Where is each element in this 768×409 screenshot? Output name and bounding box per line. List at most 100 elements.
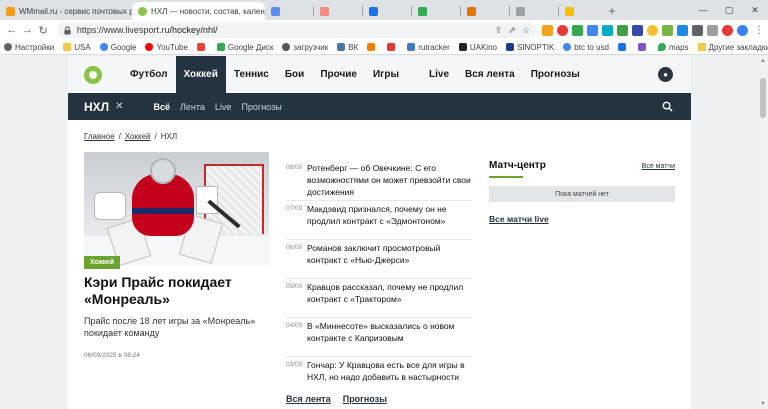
news-title[interactable]: Кравцов рассказал, почему не продлил кон… bbox=[307, 281, 472, 305]
bookmark-usa[interactable]: USA bbox=[63, 42, 91, 52]
extension-icon[interactable] bbox=[572, 24, 584, 36]
bookmark-google[interactable]: Google bbox=[99, 43, 136, 52]
bookmark-uakino[interactable]: UAKino bbox=[458, 43, 497, 52]
gear-icon bbox=[4, 43, 12, 51]
maximize-icon[interactable]: ▢ bbox=[716, 0, 742, 20]
extension-icon[interactable] bbox=[677, 24, 689, 36]
scrollbar-thumb[interactable] bbox=[760, 78, 766, 118]
subnav-predictions[interactable]: Прогнозы bbox=[241, 102, 281, 112]
news-title[interactable]: В «Миннесоте» высказались о новом контра… bbox=[307, 320, 472, 344]
news-title[interactable]: Романов заключит просмотровый контракт с… bbox=[307, 242, 472, 266]
bookmark-star-icon[interactable]: ☆ bbox=[522, 25, 530, 36]
news-item[interactable]: 07/09 Макдэвид признался, почему он не п… bbox=[286, 201, 472, 240]
extension-icon[interactable] bbox=[632, 24, 644, 36]
nav-tennis[interactable]: Теннис bbox=[226, 56, 277, 93]
bookmark-youtube[interactable]: YouTube bbox=[145, 43, 188, 52]
tab-favicon-icon bbox=[369, 6, 378, 16]
download-icon[interactable] bbox=[692, 24, 704, 36]
nav-all-feed[interactable]: Вся лента bbox=[457, 56, 523, 93]
google-icon bbox=[99, 43, 108, 51]
tab-wmmail[interactable]: WMmail.ru - сервис почтовых рас ✕ bbox=[0, 2, 132, 20]
nav-hockey[interactable]: Хоккей bbox=[175, 56, 226, 93]
forward-arrow-icon[interactable]: → bbox=[20, 22, 36, 38]
other-bookmarks[interactable]: Другие закладки bbox=[697, 43, 768, 52]
bookmark-vk[interactable]: ВК bbox=[337, 43, 358, 52]
tab-4[interactable] bbox=[314, 2, 362, 20]
bookmark-icon-1[interactable] bbox=[367, 43, 378, 51]
send-to-devices-icon[interactable]: ⇪ bbox=[495, 25, 503, 36]
share-icon[interactable]: ⇗ bbox=[508, 25, 516, 36]
bookmark-label: USA bbox=[74, 42, 91, 52]
bookmark-maps[interactable]: maps bbox=[657, 43, 689, 52]
extension-icon[interactable] bbox=[587, 24, 599, 36]
breadcrumb-hockey[interactable]: Хоккей bbox=[125, 132, 151, 141]
all-matches-link[interactable]: Все матчи bbox=[642, 163, 675, 170]
extension-icon[interactable] bbox=[722, 24, 734, 36]
bookmark-icon-4[interactable] bbox=[637, 43, 649, 51]
tab-9[interactable] bbox=[559, 2, 603, 20]
gmail-icon bbox=[196, 43, 205, 51]
extension-icon[interactable] bbox=[617, 24, 629, 36]
close-window-icon[interactable]: ✕ bbox=[742, 0, 768, 20]
news-item[interactable]: 06/09 Романов заключит просмотровый конт… bbox=[286, 240, 472, 279]
news-item[interactable]: 04/09 В «Миннесоте» высказались о новом … bbox=[286, 318, 472, 357]
extension-icon[interactable] bbox=[602, 24, 614, 36]
browser-menu-icon[interactable]: ⋮ bbox=[754, 25, 764, 36]
all-feed-link[interactable]: Вся лента bbox=[286, 394, 331, 404]
tab-8[interactable] bbox=[510, 2, 558, 20]
bookmark-google-drive[interactable]: Google Диск bbox=[216, 43, 273, 52]
profile-avatar-icon[interactable] bbox=[737, 24, 749, 36]
bookmark-favicon-icon bbox=[387, 43, 396, 51]
news-title[interactable]: Ротенберг — об Овечкине: С его возможнос… bbox=[307, 162, 472, 198]
subnav-all[interactable]: Всё bbox=[153, 102, 170, 112]
hero-title[interactable]: Кэри Прайс покидает «Монреаль» bbox=[84, 274, 274, 308]
bookmark-sinoptik[interactable]: SINOPTIK bbox=[505, 43, 554, 52]
bookmark-gmail[interactable] bbox=[196, 43, 208, 51]
user-profile-icon[interactable]: ● bbox=[658, 67, 673, 82]
nav-live[interactable]: Live bbox=[421, 56, 457, 93]
subnav-feed[interactable]: Лента bbox=[180, 102, 205, 112]
news-item[interactable]: 05/09 Кравцов рассказал, почему не продл… bbox=[286, 279, 472, 318]
tab-3[interactable] bbox=[265, 2, 313, 20]
scroll-down-icon[interactable]: ▼ bbox=[760, 401, 766, 407]
page-scrollbar[interactable]: ▲ ▼ bbox=[758, 56, 768, 409]
new-tab-button[interactable]: + bbox=[603, 2, 621, 20]
tab-5[interactable] bbox=[363, 2, 411, 20]
all-live-matches-link[interactable]: Все матчи live bbox=[489, 214, 675, 224]
bookmark-settings[interactable]: Настройки bbox=[4, 43, 54, 52]
extension-icon[interactable] bbox=[647, 24, 659, 36]
bookmark-downloader[interactable]: загрузчик bbox=[282, 43, 328, 52]
bookmark-rutracker[interactable]: rutracker bbox=[407, 43, 450, 52]
news-title[interactable]: Макдэвид признался, почему он не продлил… bbox=[307, 203, 472, 227]
tab-6[interactable] bbox=[412, 2, 460, 20]
nav-predictions[interactable]: Прогнозы bbox=[523, 56, 588, 93]
address-bar[interactable]: https://www.livesport.ru/hockey/nhl/ ⇪ ⇗… bbox=[56, 22, 537, 38]
news-item[interactable]: 08/09 Ротенберг — об Овечкине: С его воз… bbox=[286, 160, 472, 201]
bookmark-btc[interactable]: btc to usd bbox=[563, 43, 609, 52]
nav-games[interactable]: Игры bbox=[365, 56, 407, 93]
minimize-icon[interactable]: — bbox=[690, 0, 716, 20]
puzzle-icon[interactable] bbox=[662, 24, 674, 36]
subnav-live[interactable]: Live bbox=[215, 102, 232, 112]
bookmark-icon-3[interactable] bbox=[617, 43, 629, 51]
category-badge[interactable]: Хоккей bbox=[84, 256, 121, 269]
search-icon[interactable] bbox=[662, 101, 673, 112]
hero-image[interactable] bbox=[84, 152, 269, 266]
extension-icon[interactable] bbox=[707, 24, 719, 36]
extension-icon[interactable] bbox=[557, 24, 569, 36]
nav-football[interactable]: Футбол bbox=[122, 56, 176, 93]
nav-fights[interactable]: Бои bbox=[277, 56, 312, 93]
tab-7[interactable] bbox=[461, 2, 509, 20]
bookmark-icon-2[interactable] bbox=[387, 43, 398, 51]
livesport-logo-icon[interactable] bbox=[84, 65, 102, 84]
tab-nhl[interactable]: НХЛ — новости, состав, календарь ✕ bbox=[132, 2, 265, 20]
news-title[interactable]: Гончар: У Кравцова есть все для игры в Н… bbox=[307, 359, 472, 383]
news-item[interactable]: 03/09 Гончар: У Кравцова есть все для иг… bbox=[286, 357, 472, 396]
reload-icon[interactable]: ↻ bbox=[35, 22, 51, 38]
breadcrumb-home[interactable]: Главное bbox=[84, 132, 115, 141]
back-arrow-icon[interactable]: ← bbox=[4, 22, 20, 38]
scroll-up-icon[interactable]: ▲ bbox=[760, 58, 766, 64]
extension-icon[interactable] bbox=[542, 24, 554, 36]
nav-other[interactable]: Прочие bbox=[312, 56, 365, 93]
predictions-link[interactable]: Прогнозы bbox=[343, 394, 387, 404]
